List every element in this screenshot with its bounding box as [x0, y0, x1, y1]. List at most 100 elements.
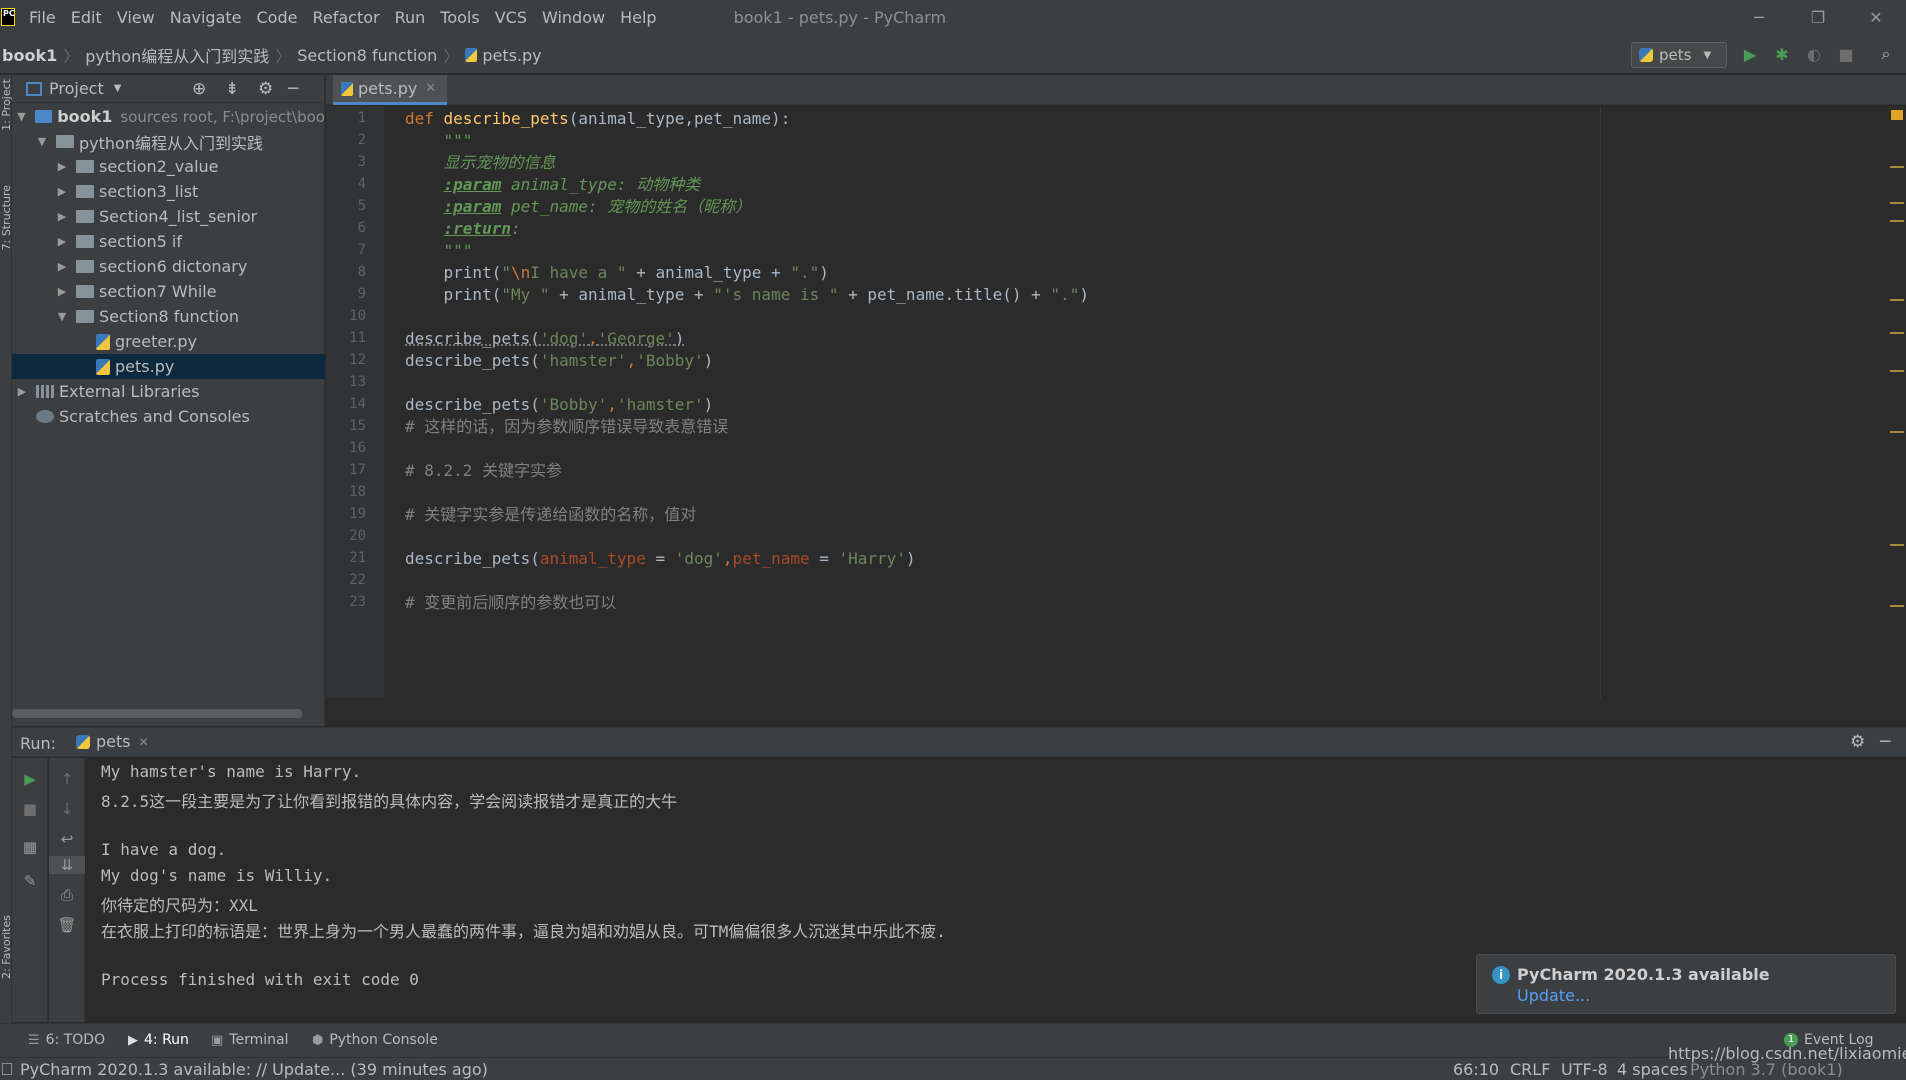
scroll-to-end-icon[interactable]: ⇊ [49, 856, 85, 874]
gear-icon[interactable]: ⚙ [258, 79, 273, 99]
chevron-right-icon[interactable]: ▶ [56, 185, 68, 198]
line-number: 18 [349, 484, 366, 500]
horizontal-scrollbar[interactable] [12, 709, 302, 718]
gear-icon[interactable]: ⚙ [1850, 732, 1865, 752]
chevron-right-icon[interactable]: ▶ [56, 235, 68, 248]
chevron-right-icon[interactable]: ▶ [56, 160, 68, 173]
tool-tab-python-console[interactable]: ⬢ Python Console [312, 1032, 438, 1048]
stripe-mark[interactable] [1890, 220, 1904, 222]
run-icon[interactable]: ▶ [1740, 44, 1760, 64]
tab-pets-py[interactable]: pets.py ✕ [333, 75, 447, 105]
chevron-right-icon[interactable]: ▶ [16, 385, 28, 398]
project-panel-title[interactable]: Project [49, 79, 104, 98]
tree-item[interactable]: ▶ section2_value [12, 154, 325, 179]
run-configuration-select[interactable]: pets ▼ [1631, 42, 1727, 68]
menu-file[interactable]: File [29, 8, 56, 27]
stripe-mark[interactable] [1890, 370, 1904, 372]
minimize-button[interactable]: ─ [1732, 0, 1786, 34]
update-notification: i PyCharm 2020.1.3 available Update... [1476, 954, 1896, 1014]
tool-tab-todo[interactable]: ☰ 6: TODO [28, 1032, 105, 1048]
chevron-right-icon[interactable]: ▶ [56, 210, 68, 223]
tree-item[interactable]: greeter.py [12, 329, 325, 354]
menu-vcs[interactable]: VCS [495, 8, 527, 27]
stripe-mark[interactable] [1890, 332, 1904, 334]
tree-item[interactable]: ▶ External Libraries [12, 379, 325, 404]
tree-item[interactable]: ▼ python编程从入门到实践 [12, 129, 325, 154]
error-stripe[interactable] [1888, 106, 1906, 698]
close-tab-icon[interactable]: ✕ [139, 735, 149, 749]
menu-edit[interactable]: Edit [71, 8, 102, 27]
menu-code[interactable]: Code [257, 8, 298, 27]
menu-run[interactable]: Run [395, 8, 426, 27]
tool-tab-terminal[interactable]: ▣ Terminal [211, 1032, 288, 1048]
tree-item[interactable]: ▶ section3_list [12, 179, 325, 204]
tree-item[interactable]: ▶ section6 dictonary [12, 254, 325, 279]
arrow-down-icon[interactable]: ↓ [49, 800, 85, 818]
tree-item[interactable]: Scratches and Consoles [12, 404, 325, 429]
chevron-down-icon[interactable]: ▼ [36, 135, 48, 148]
hide-panel-icon[interactable]: ─ [288, 79, 298, 99]
chevron-right-icon[interactable]: ▶ [56, 260, 68, 273]
menu-help[interactable]: Help [620, 8, 656, 27]
warning-icon[interactable] [1891, 110, 1903, 120]
stripe-mark[interactable] [1890, 431, 1904, 433]
stripe-mark[interactable] [1890, 605, 1904, 607]
breadcrumb-item[interactable]: Section8 function [297, 46, 437, 65]
menu-tools[interactable]: Tools [440, 8, 479, 27]
chevron-down-icon[interactable]: ▼ [16, 110, 27, 123]
arrow-up-icon[interactable]: ↑ [49, 770, 85, 788]
menu-refactor[interactable]: Refactor [312, 8, 379, 27]
search-icon[interactable]: ⌕ [1876, 44, 1896, 64]
menu-navigate[interactable]: Navigate [170, 8, 242, 27]
locate-file-icon[interactable]: ⊕ [192, 79, 206, 99]
pin-icon[interactable]: ✎ [12, 872, 48, 890]
tree-item[interactable]: ▶ Section4_list_senior [12, 204, 325, 229]
stripe-mark[interactable] [1890, 299, 1904, 301]
info-icon: i [1492, 966, 1510, 984]
menu-view[interactable]: View [117, 8, 155, 27]
chevron-down-icon[interactable]: ▼ [56, 310, 68, 323]
python-file-icon [465, 48, 478, 62]
line-number: 14 [349, 396, 366, 412]
stripe-mark[interactable] [1890, 166, 1904, 168]
tree-item[interactable]: ▶ section7 While [12, 279, 325, 304]
rerun-icon[interactable]: ▶ [12, 770, 48, 788]
trash-icon[interactable]: 🗑 [49, 916, 85, 934]
tree-item[interactable]: pets.py [12, 354, 325, 379]
dropdown-arrow-icon[interactable]: ▼ [114, 83, 122, 94]
status-message[interactable]: PyCharm 2020.1.3 available: // Update...… [20, 1060, 488, 1079]
breadcrumb-item[interactable]: pets.py [482, 46, 541, 65]
tree-item[interactable]: ▼ Section8 function [12, 304, 325, 329]
collapse-all-icon[interactable]: ⇟ [225, 79, 239, 99]
coverage-icon[interactable]: ◐ [1804, 44, 1824, 64]
code-editor[interactable]: def describe_pets(animal_type,pet_name):… [384, 106, 1598, 698]
tree-item[interactable]: ▶ section5 if [12, 229, 325, 254]
tree-item-label: Section4_list_senior [99, 207, 258, 226]
update-link[interactable]: Update... [1517, 986, 1590, 1005]
breadcrumb-item[interactable]: python编程从入门到实践 [85, 43, 269, 67]
file-encoding[interactable]: UTF-8 [1561, 1060, 1608, 1079]
layout-icon[interactable]: ▦ [12, 838, 48, 856]
stripe-mark[interactable] [1890, 202, 1904, 204]
caret-position[interactable]: 66:10 [1453, 1060, 1499, 1079]
tool-tab-run[interactable]: ▶ 4: Run [128, 1032, 189, 1048]
breadcrumb-item[interactable]: book1 [2, 46, 57, 65]
chevron-right-icon[interactable]: ▶ [56, 285, 68, 298]
run-tab-pets[interactable]: pets ✕ [76, 732, 149, 751]
tree-item[interactable]: ▼ book1 sources root, F:\project\boo [12, 104, 325, 129]
menu-window[interactable]: Window [542, 8, 605, 27]
close-button[interactable]: ✕ [1849, 0, 1903, 34]
restore-button[interactable]: ❐ [1791, 0, 1845, 34]
close-tab-icon[interactable]: ✕ [425, 81, 436, 96]
stop-icon[interactable]: ■ [12, 800, 48, 818]
stop-icon[interactable]: ■ [1836, 44, 1856, 64]
stripe-mark[interactable] [1890, 544, 1904, 546]
line-separator[interactable]: CRLF [1510, 1060, 1550, 1079]
hide-panel-icon[interactable]: ─ [1880, 732, 1890, 752]
soft-wrap-icon[interactable]: ↩ [49, 830, 85, 848]
toggle-tool-windows-icon[interactable] [2, 1063, 12, 1075]
print-icon[interactable]: ⎙ [49, 886, 85, 904]
chevron-right-icon: 〉 [443, 47, 460, 66]
debug-icon[interactable]: ✱ [1772, 44, 1792, 64]
chevron-right-icon: 〉 [63, 47, 80, 66]
